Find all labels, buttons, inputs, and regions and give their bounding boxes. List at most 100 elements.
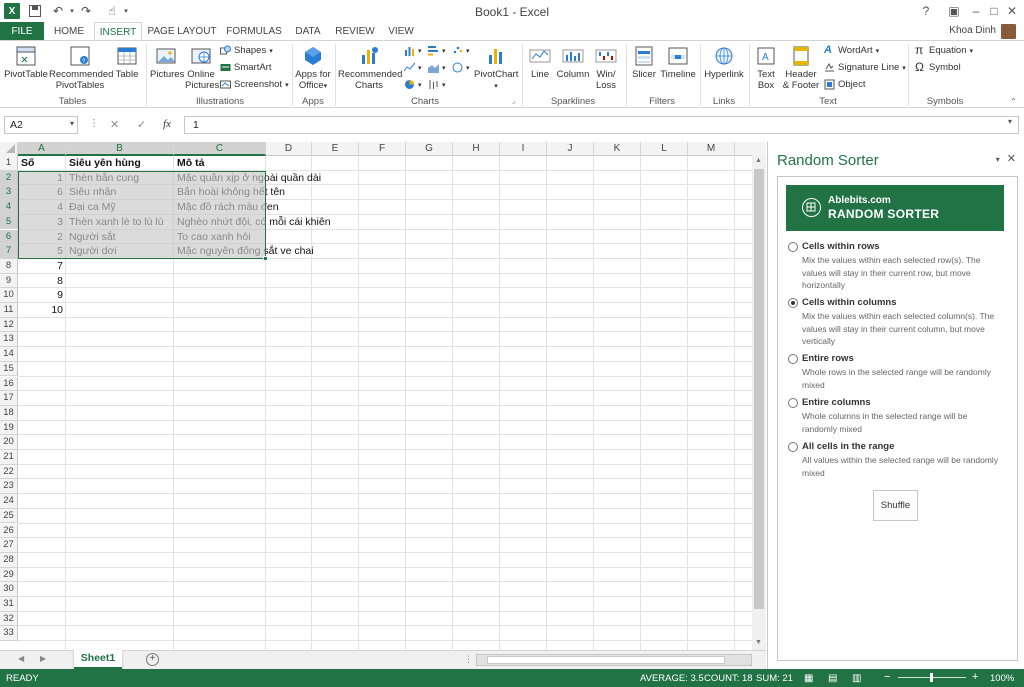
- row-header[interactable]: 6: [0, 229, 18, 245]
- header-cell[interactable]: Số: [18, 156, 37, 171]
- stock-chart-dropdown[interactable]: ▾: [428, 79, 446, 90]
- next-sheet-icon[interactable]: ▶: [40, 654, 46, 663]
- cell[interactable]: 9: [18, 288, 66, 303]
- row-header[interactable]: 12: [0, 317, 18, 333]
- column-header-e[interactable]: E: [312, 142, 359, 156]
- zoom-slider-thumb[interactable]: [930, 673, 933, 682]
- horizontal-scrollbar[interactable]: [476, 654, 752, 666]
- pane-options-icon[interactable]: ▾: [996, 155, 1000, 164]
- formula-input[interactable]: 1: [184, 116, 1019, 134]
- close-icon[interactable]: ✕: [998, 0, 1024, 22]
- radio-cells-within-rows[interactable]: [788, 242, 798, 252]
- bar-chart-dropdown[interactable]: ▾: [428, 45, 446, 56]
- cell[interactable]: 4: [18, 200, 66, 215]
- row-header[interactable]: 28: [0, 552, 18, 568]
- cell[interactable]: 1: [18, 171, 66, 186]
- scroll-down-icon[interactable]: ▼: [755, 639, 762, 646]
- tab-page-layout[interactable]: PAGE LAYOUT: [146, 22, 218, 41]
- radio-all-cells[interactable]: [788, 442, 798, 452]
- save-icon[interactable]: [27, 3, 43, 19]
- cell[interactable]: Nghèo nhứt đội, có mỗi cái khiên: [174, 215, 334, 230]
- equation-button[interactable]: π Equation ▾: [915, 44, 973, 56]
- header-footer-button[interactable]: Header & Footer: [782, 45, 820, 91]
- help-icon[interactable]: ?: [912, 0, 940, 22]
- scroll-up-icon[interactable]: ▲: [755, 157, 762, 164]
- symbol-button[interactable]: Ω Symbol: [915, 61, 961, 73]
- tab-view[interactable]: VIEW: [384, 22, 418, 41]
- row-header[interactable]: 5: [0, 214, 18, 230]
- pictures-button[interactable]: Pictures: [150, 45, 184, 80]
- user-name[interactable]: Khoa Dinh: [949, 25, 996, 36]
- row-header[interactable]: 31: [0, 597, 18, 612]
- horizontal-scroll-thumb[interactable]: [487, 656, 725, 664]
- shapes-button[interactable]: Shapes ▾: [220, 45, 273, 56]
- cell[interactable]: 2: [18, 230, 66, 245]
- cell[interactable]: Mặc nguyên đống sắt ve chai: [174, 244, 317, 259]
- cell[interactable]: Mặc đồ rách màu đen: [174, 200, 282, 215]
- line-chart-dropdown[interactable]: ▾: [404, 62, 422, 73]
- row-header[interactable]: 23: [0, 479, 18, 495]
- header-cell[interactable]: Mô tả: [174, 156, 207, 171]
- hyperlink-button[interactable]: Hyperlink: [703, 45, 745, 80]
- signature-line-button[interactable]: Signature Line ▾: [824, 62, 906, 73]
- row-header[interactable]: 4: [0, 200, 18, 215]
- cell[interactable]: 6: [18, 185, 66, 200]
- area-chart-dropdown[interactable]: ▾: [428, 62, 446, 73]
- text-box-button[interactable]: A Text Box: [752, 45, 780, 91]
- column-chart-dropdown[interactable]: ▾: [404, 45, 422, 56]
- row-header[interactable]: 2: [0, 170, 18, 186]
- shuffle-button[interactable]: Shuffle: [873, 490, 918, 521]
- cell[interactable]: Mặc quần xịp ở ngoài quần dài: [174, 171, 324, 186]
- cell[interactable]: Bắn hoài không hết tên: [174, 185, 288, 200]
- pivottable-button[interactable]: PivotTable: [4, 45, 48, 80]
- enter-icon[interactable]: ✓: [137, 118, 146, 131]
- tab-data[interactable]: DATA: [290, 22, 326, 41]
- row-header[interactable]: 20: [0, 435, 18, 450]
- column-header-m[interactable]: M: [688, 142, 735, 156]
- customize-qat-icon[interactable]: ▾: [118, 3, 134, 19]
- tab-file[interactable]: FILE: [0, 22, 44, 41]
- slicer-button[interactable]: Slicer: [630, 45, 658, 80]
- expand-formula-bar-icon[interactable]: ▾: [1008, 117, 1012, 126]
- radio-entire-rows[interactable]: [788, 354, 798, 364]
- vertical-scroll-thumb[interactable]: [754, 169, 764, 609]
- row-header[interactable]: 9: [0, 273, 18, 289]
- cell[interactable]: 8: [18, 274, 66, 289]
- cell[interactable]: To cao xanh hôi: [174, 230, 254, 245]
- row-header[interactable]: 16: [0, 376, 18, 392]
- row-header[interactable]: 14: [0, 347, 18, 362]
- column-header-a[interactable]: A: [18, 142, 66, 156]
- name-box[interactable]: A2 ▾: [4, 116, 78, 134]
- cell[interactable]: Thèn xanh lè to lù lù: [66, 215, 167, 230]
- screenshot-button[interactable]: Screenshot ▾: [220, 79, 289, 90]
- column-header-b[interactable]: B: [66, 142, 174, 156]
- smartart-button[interactable]: SmartArt: [220, 62, 271, 73]
- sparkline-winloss-button[interactable]: Win/Loss: [592, 45, 620, 91]
- column-header-j[interactable]: J: [547, 142, 594, 156]
- zoom-level[interactable]: 100%: [990, 673, 1014, 684]
- row-header[interactable]: 27: [0, 538, 18, 553]
- prev-sheet-icon[interactable]: ◀: [18, 654, 24, 663]
- radio-entire-columns[interactable]: [788, 398, 798, 408]
- tab-split-icon[interactable]: ⋮: [464, 654, 473, 665]
- column-header-l[interactable]: L: [641, 142, 688, 156]
- online-pictures-button[interactable]: Online Pictures: [185, 45, 219, 91]
- column-header-g[interactable]: G: [406, 142, 453, 156]
- cell[interactable]: 7: [18, 259, 66, 274]
- column-header-c[interactable]: C: [174, 142, 266, 156]
- tab-formulas[interactable]: FORMULAS: [224, 22, 284, 41]
- row-header[interactable]: 11: [0, 303, 18, 318]
- sheet-tab-sheet1[interactable]: Sheet1: [74, 650, 122, 669]
- cell[interactable]: Đại ca Mỹ: [66, 200, 119, 215]
- object-button[interactable]: Object: [824, 79, 865, 90]
- row-header[interactable]: 18: [0, 405, 18, 421]
- row-header[interactable]: 30: [0, 582, 18, 597]
- cell[interactable]: 3: [18, 215, 66, 230]
- row-header[interactable]: 3: [0, 185, 18, 201]
- row-header[interactable]: 7: [0, 244, 18, 259]
- avatar[interactable]: [1001, 24, 1016, 39]
- cell[interactable]: Siêu nhân: [66, 185, 119, 200]
- recommended-pivottables-button[interactable]: ? Recommended PivotTables: [49, 45, 113, 91]
- row-header[interactable]: 33: [0, 626, 18, 642]
- column-header-k[interactable]: K: [594, 142, 641, 156]
